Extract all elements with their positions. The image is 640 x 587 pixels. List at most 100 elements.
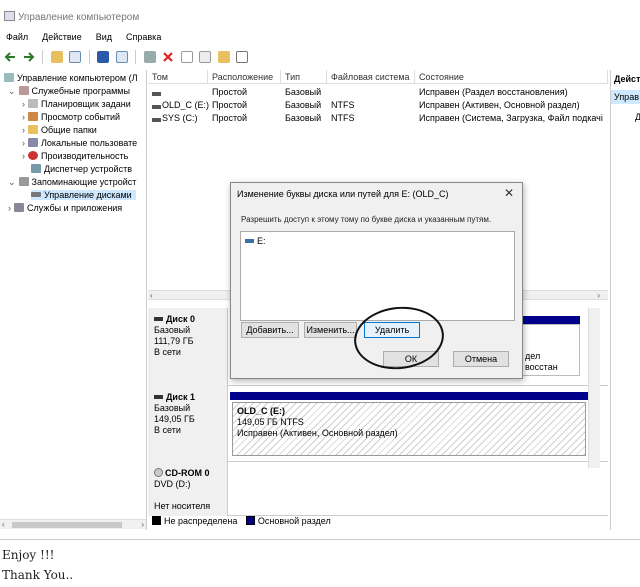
legend-swatch-unallocated — [152, 516, 161, 525]
list-view-icon[interactable] — [236, 51, 249, 63]
table-cell: Исправен (Активен, Основной раздел) — [419, 100, 580, 110]
cdrom-icon — [154, 468, 163, 477]
partition-size: 149,05 ГБ NTFS — [237, 417, 304, 427]
table-cell: Базовый — [285, 100, 322, 110]
folder-icon[interactable] — [217, 51, 230, 63]
chevron-down-icon[interactable]: ⌄ — [8, 86, 16, 96]
old-c-partition[interactable]: OLD_C (E:) 149,05 ГБ NTFS Исправен (Акти… — [232, 402, 586, 456]
tree-item-task-scheduler[interactable]: › Планировщик задани — [22, 99, 131, 109]
dialog-title: Изменение буквы диска или путей для E: (… — [237, 189, 449, 199]
chevron-down-icon[interactable]: ⌄ — [8, 177, 16, 187]
disk-state: В сети — [154, 347, 181, 357]
tree-item-storage[interactable]: ⌄ Запоминающие устройст — [8, 177, 136, 188]
title-bar: Управление компьютером — [0, 0, 640, 28]
disk-icon — [154, 317, 163, 321]
tree-item-device-manager[interactable]: Диспетчер устройств — [31, 164, 132, 174]
disk-name: CD-ROM 0 — [165, 468, 210, 478]
disk-row-cdrom: CD-ROM 0 DVD (D:) Нет носителя — [148, 462, 608, 516]
menu-help[interactable]: Справка — [126, 32, 161, 42]
drive-icon — [245, 239, 254, 243]
partition-label: дел восстан — [525, 351, 558, 372]
storage-icon — [18, 177, 29, 186]
properties-icon[interactable] — [115, 51, 128, 63]
partition-name: OLD_C (E:) — [237, 406, 285, 416]
legend-swatch-primary — [245, 516, 255, 525]
chevron-right-icon[interactable]: › — [22, 99, 25, 109]
menu-action[interactable]: Действие — [42, 32, 82, 42]
add-button[interactable]: Добавить... — [241, 322, 299, 338]
delete-icon[interactable] — [162, 51, 175, 63]
caption-line-2: Thank You.. — [2, 568, 74, 582]
menu-file[interactable]: Файл — [6, 32, 28, 42]
chevron-right-icon[interactable]: › — [22, 125, 25, 135]
drive-path-list[interactable]: E: — [240, 231, 515, 321]
tree-item-computer-management[interactable]: Управление компьютером (Л — [4, 73, 138, 83]
table-cell: Базовый — [285, 113, 322, 123]
legend-label-unallocated: Не распределена — [164, 516, 238, 526]
scroll-left-icon[interactable]: ‹ — [150, 291, 153, 300]
tree-horizontal-scrollbar[interactable]: ‹ › — [0, 519, 146, 529]
column-header-type[interactable]: Тип — [281, 70, 327, 84]
change-button[interactable]: Изменить... — [304, 322, 357, 338]
search-icon[interactable] — [199, 51, 212, 63]
actions-item[interactable]: Управ — [611, 90, 640, 104]
disk-vertical-scrollbar[interactable] — [588, 308, 600, 468]
partition-status: Исправен (Активен, Основной раздел) — [237, 428, 398, 438]
chevron-right-icon[interactable]: › — [22, 151, 25, 161]
device-manager-icon — [31, 164, 41, 173]
column-header-volume[interactable]: Том — [148, 70, 208, 84]
menu-bar: Файл Действие Вид Справка — [6, 32, 175, 46]
list-item-label: E: — [257, 236, 266, 246]
disk-icon — [31, 192, 41, 197]
forward-icon[interactable] — [22, 51, 35, 63]
chevron-right-icon[interactable]: › — [22, 112, 25, 122]
dialog-description: Разрешить доступ к этому тому по букве д… — [241, 215, 492, 224]
show-tree-icon[interactable] — [69, 51, 82, 63]
up-folder-icon[interactable] — [50, 51, 63, 63]
tree-item-shared-folders[interactable]: › Общие папки — [22, 125, 97, 135]
tree-item-event-viewer[interactable]: › Просмотр событий — [22, 112, 120, 122]
recovery-partition[interactable]: дел восстан — [520, 324, 580, 376]
disk-label[interactable]: Диск 1 Базовый 149,05 ГБ В сети — [148, 386, 228, 462]
column-header-status[interactable]: Состояние — [415, 70, 608, 84]
tree-item-performance[interactable]: › Производительность — [22, 151, 128, 161]
help-icon[interactable] — [97, 51, 110, 63]
legend-label-primary: Основной раздел — [257, 516, 331, 526]
scroll-right-icon[interactable]: › — [141, 520, 144, 529]
disk-type: DVD (D:) — [154, 479, 191, 489]
tree-item-local-users[interactable]: › Локальные пользовате — [22, 138, 137, 148]
close-icon[interactable]: ✕ — [504, 186, 514, 200]
volume-icon — [152, 88, 161, 98]
scroll-right-icon[interactable]: › — [597, 291, 600, 300]
cancel-button[interactable]: Отмена — [453, 351, 509, 367]
event-viewer-icon — [28, 112, 38, 121]
users-icon — [28, 138, 38, 147]
check-icon[interactable] — [180, 51, 193, 63]
disk-label[interactable]: CD-ROM 0 DVD (D:) Нет носителя — [148, 462, 228, 516]
table-cell: Исправен (Раздел восстановления) — [419, 87, 568, 97]
actions-subitem[interactable]: Д — [635, 112, 640, 122]
disk-name: Диск 0 — [166, 314, 195, 324]
actions-pane: Дейст Управ Д — [610, 70, 640, 530]
column-header-layout[interactable]: Расположение — [208, 70, 281, 84]
chevron-right-icon[interactable]: › — [8, 203, 11, 213]
list-item[interactable]: E: — [245, 236, 266, 246]
tree-item-disk-management[interactable]: Управление дисками — [31, 190, 136, 200]
connect-icon[interactable] — [143, 51, 156, 63]
tree-item-system-tools[interactable]: ⌄ Служебные программы — [8, 86, 130, 97]
disk-label[interactable]: Диск 0 Базовый 111,79 ГБ В сети — [148, 308, 228, 386]
menu-view[interactable]: Вид — [96, 32, 112, 42]
tree-item-services-apps[interactable]: › Службы и приложения — [8, 203, 122, 213]
volume-icon — [152, 114, 161, 124]
computer-icon — [4, 73, 14, 82]
chevron-right-icon[interactable]: › — [22, 138, 25, 148]
toolbar — [2, 48, 640, 68]
table-cell: SYS (C:) — [162, 113, 198, 123]
caption-line-1: Enjoy !!! — [2, 548, 55, 562]
scrollbar-thumb[interactable] — [12, 522, 122, 528]
scroll-left-icon[interactable]: ‹ — [2, 520, 5, 529]
column-header-filesystem[interactable]: Файловая система — [327, 70, 415, 84]
table-cell: Базовый — [285, 87, 322, 97]
table-cell: Исправен (Система, Загрузка, Файл подкач… — [419, 113, 603, 123]
back-icon[interactable] — [4, 51, 16, 63]
